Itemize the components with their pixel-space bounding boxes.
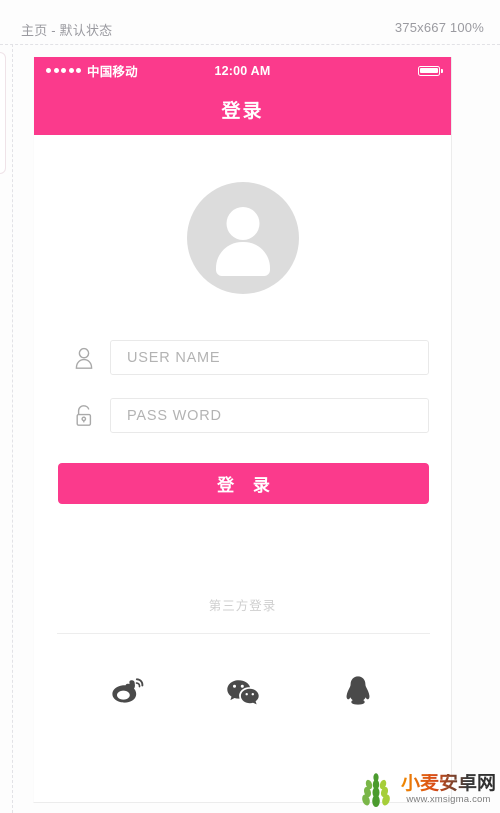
username-input-wrapper[interactable] — [110, 340, 429, 375]
login-button[interactable]: 登 录 — [58, 463, 429, 504]
watermark-url: www.xmsigma.com — [406, 793, 491, 805]
login-button-container: 登 录 — [34, 463, 451, 504]
username-input[interactable] — [125, 348, 414, 367]
login-screen-body: 登 录 第三方登录 — [34, 135, 451, 802]
site-watermark: 小麦安卓网 www.xmsigma.com — [357, 769, 496, 809]
status-bar-left: 中国移动 — [46, 61, 138, 80]
watermark-text: 小麦安卓网 www.xmsigma.com — [401, 774, 496, 805]
avatar-body — [215, 242, 270, 276]
avatar-head — [226, 207, 259, 240]
guide-line-vertical — [12, 44, 13, 813]
third-party-login-row — [34, 668, 451, 714]
third-party-divider — [57, 633, 430, 634]
third-party-login-label: 第三方登录 — [208, 599, 277, 613]
page-title: 登录 — [221, 101, 264, 122]
unlock-icon — [58, 403, 110, 429]
login-form — [34, 340, 451, 433]
artboard-label: 主页 - 默认状态 — [21, 23, 113, 38]
battery-full-icon — [418, 65, 443, 76]
carrier-label: 中国移动 — [87, 65, 138, 79]
artboard-size-label: 375x667 100% — [394, 20, 484, 35]
user-icon — [58, 346, 110, 370]
wheat-logo-icon — [362, 773, 390, 807]
wechat-icon[interactable] — [220, 668, 266, 714]
design-canvas: 主页 - 默认状态 375x667 100% 中国移动 12:00 AM 登录 — [0, 0, 500, 813]
password-field-row — [58, 398, 429, 433]
avatar-container — [34, 135, 451, 294]
status-bar-right — [418, 65, 443, 76]
password-input[interactable] — [125, 406, 414, 425]
adjacent-artboard-edge — [0, 52, 6, 174]
qq-icon[interactable] — [335, 668, 381, 714]
nav-bar: 登录 — [34, 84, 451, 135]
watermark-title: 小麦安卓网 — [400, 772, 496, 794]
phone-artboard: 中国移动 12:00 AM 登录 USER NAME PASS WORD 登 录… — [33, 57, 452, 803]
user-avatar-placeholder-icon — [186, 182, 299, 294]
username-field-row — [58, 340, 429, 375]
weibo-icon[interactable] — [105, 668, 151, 714]
status-bar: 中国移动 12:00 AM — [34, 57, 451, 84]
guide-line-horizontal — [0, 44, 500, 45]
password-input-wrapper[interactable] — [110, 398, 429, 433]
signal-strength-icon — [46, 68, 81, 73]
